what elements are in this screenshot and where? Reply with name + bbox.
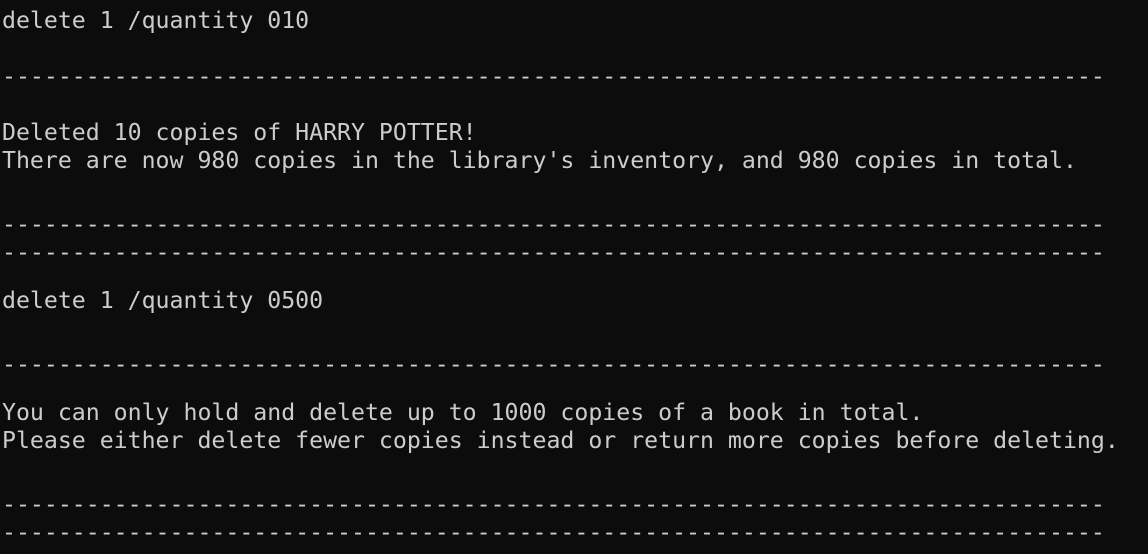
output-line: You can only hold and delete up to 1000 …	[2, 399, 924, 426]
command-line: delete 1 /quantity 010	[2, 7, 310, 34]
separator: ----------------------------------------…	[2, 63, 1105, 90]
output-line: There are now 980 copies in the library'…	[2, 147, 1077, 174]
separator: ----------------------------------------…	[2, 519, 1105, 546]
separator: ----------------------------------------…	[2, 239, 1105, 266]
output-line: Please either delete fewer copies instea…	[2, 427, 1119, 454]
separator: ----------------------------------------…	[2, 211, 1105, 238]
command-line: delete 1 /quantity 0500	[2, 287, 324, 314]
separator: ----------------------------------------…	[2, 491, 1105, 518]
separator: ----------------------------------------…	[2, 351, 1105, 378]
output-line: Deleted 10 copies of HARRY POTTER!	[2, 119, 477, 146]
